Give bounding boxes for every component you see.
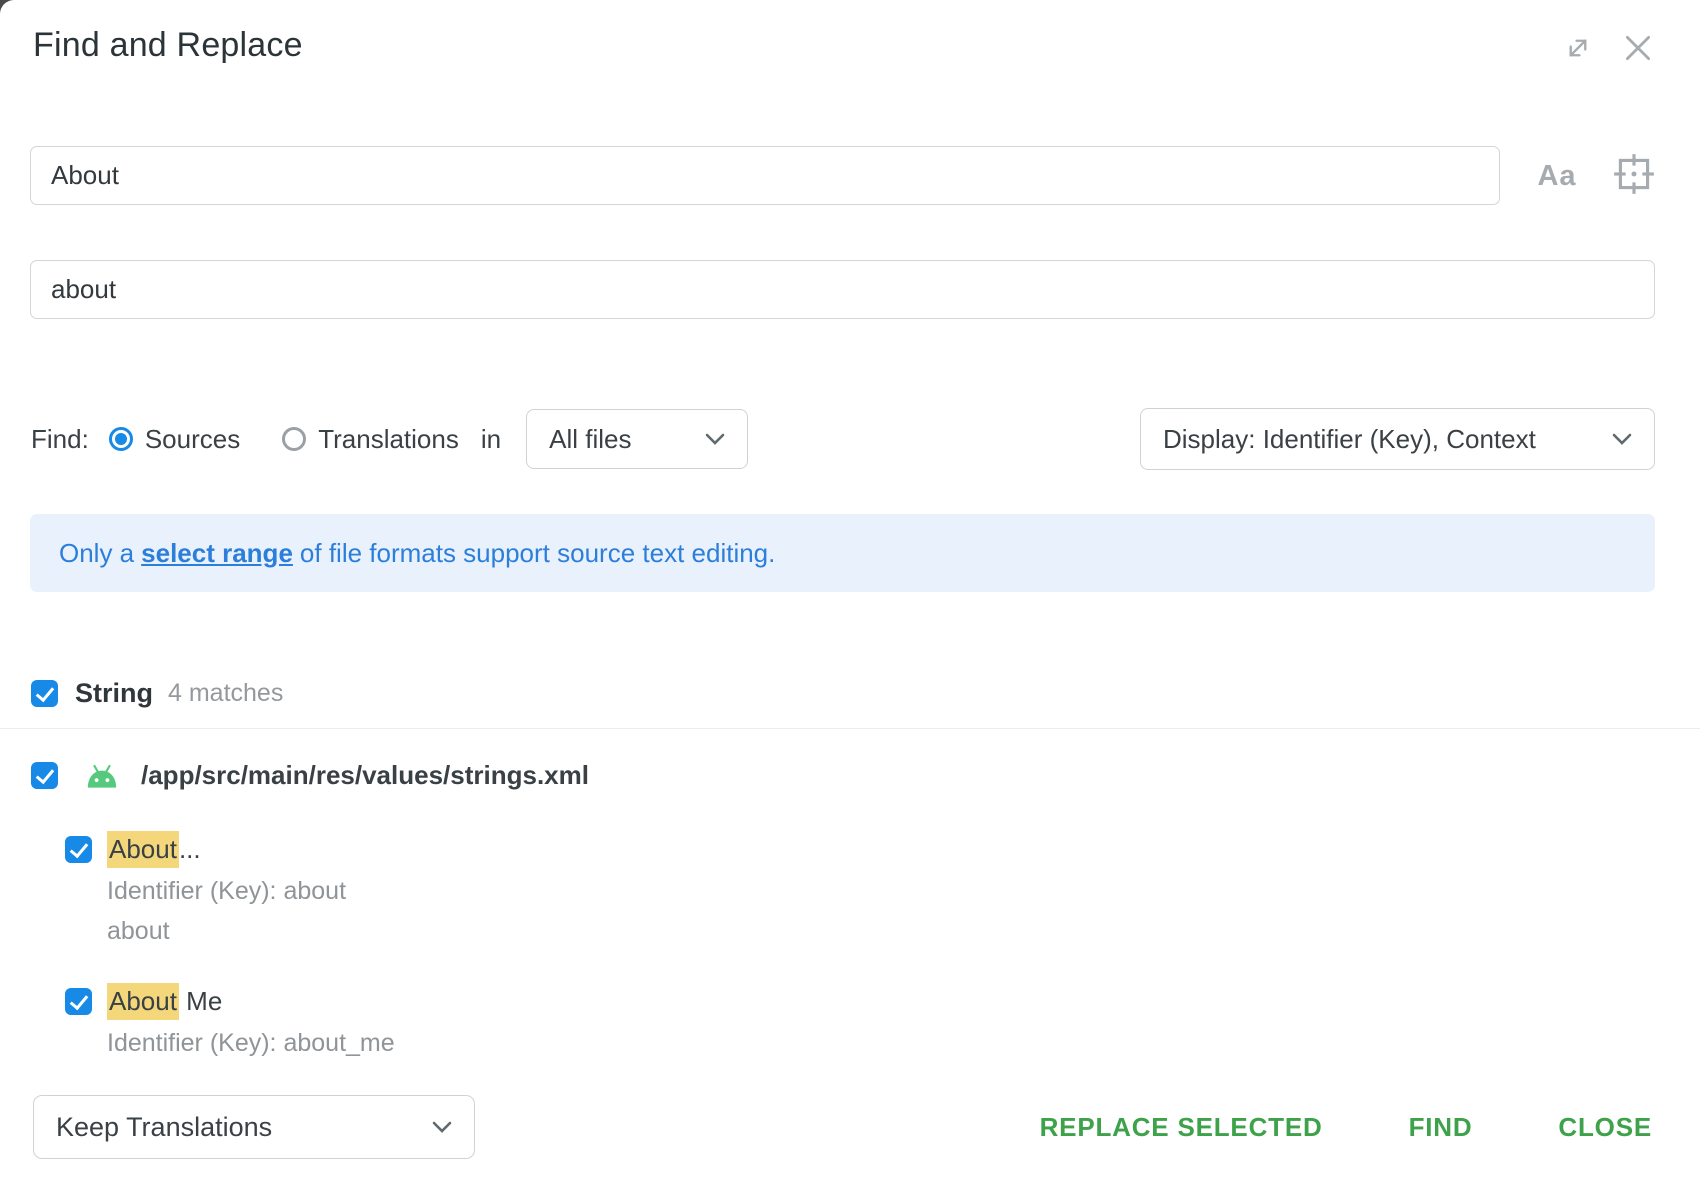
divider <box>0 728 1700 729</box>
expand-button[interactable] <box>1558 28 1598 68</box>
selection-frame-icon <box>1611 151 1657 197</box>
select-element-button[interactable] <box>1608 148 1660 200</box>
close-dialog-button[interactable]: CLOSE <box>1558 1112 1652 1143</box>
chevron-down-icon <box>432 1121 452 1134</box>
chevron-down-icon <box>1612 433 1632 446</box>
match-text: About Me <box>107 986 222 1017</box>
display-select-value: Display: Identifier (Key), Context <box>1163 424 1536 455</box>
match-text: About... <box>107 834 201 865</box>
page-title: Find and Replace <box>33 26 303 65</box>
info-banner: Only a select range of file formats supp… <box>30 514 1655 592</box>
string-group-label: String <box>75 678 153 709</box>
close-icon <box>1620 30 1656 66</box>
find-button[interactable]: FIND <box>1409 1112 1473 1143</box>
replace-input[interactable] <box>30 260 1655 319</box>
match-case-button[interactable]: Aa <box>1528 154 1586 198</box>
banner-link[interactable]: select range <box>141 538 293 569</box>
string-group-row: String 4 matches <box>31 678 283 709</box>
file-row: /app/src/main/res/values/strings.xml <box>31 760 589 791</box>
match-context: about <box>107 911 346 951</box>
find-options-row: Find: Sources Translations in All files <box>31 408 748 470</box>
radio-translations[interactable] <box>282 427 306 451</box>
banner-text-prefix: Only a <box>59 538 134 569</box>
android-icon <box>82 761 122 791</box>
file-checkbox[interactable] <box>31 762 58 789</box>
radio-translations-label[interactable]: Translations <box>318 424 459 455</box>
radio-sources[interactable] <box>109 427 133 451</box>
matches-count: 4 matches <box>168 679 283 708</box>
match-checkbox[interactable] <box>65 988 92 1015</box>
match-identifier: Identifier (Key): about_me <box>107 1023 395 1063</box>
match-row: About Me Identifier (Key): about_me <box>65 986 395 1063</box>
match-rest: ... <box>179 834 201 864</box>
search-input[interactable] <box>30 146 1500 205</box>
close-button[interactable] <box>1616 26 1660 70</box>
banner-text-suffix: of file formats support source text edit… <box>300 538 775 569</box>
keep-translations-value: Keep Translations <box>56 1112 272 1143</box>
find-and-replace-dialog: Find and Replace Aa <box>0 0 1700 1192</box>
match-checkbox[interactable] <box>65 836 92 863</box>
files-scope-select[interactable]: All files <box>526 409 748 469</box>
keep-translations-select[interactable]: Keep Translations <box>33 1095 475 1159</box>
match-rest: Me <box>179 986 222 1016</box>
display-select[interactable]: Display: Identifier (Key), Context <box>1140 408 1655 470</box>
match-highlight: About <box>107 983 179 1020</box>
replace-selected-button[interactable]: REPLACE SELECTED <box>1040 1112 1323 1143</box>
radio-sources-label[interactable]: Sources <box>145 424 240 455</box>
expand-icon <box>1562 32 1594 64</box>
footer-actions: REPLACE SELECTED FIND CLOSE <box>1040 1112 1652 1143</box>
files-scope-value: All files <box>549 424 631 455</box>
in-label: in <box>481 424 501 455</box>
match-row: About... Identifier (Key): about about <box>65 834 346 951</box>
find-label: Find: <box>31 424 89 455</box>
file-path: /app/src/main/res/values/strings.xml <box>141 760 589 791</box>
match-identifier: Identifier (Key): about <box>107 871 346 911</box>
string-group-checkbox[interactable] <box>31 680 58 707</box>
chevron-down-icon <box>705 433 725 446</box>
match-highlight: About <box>107 831 179 868</box>
